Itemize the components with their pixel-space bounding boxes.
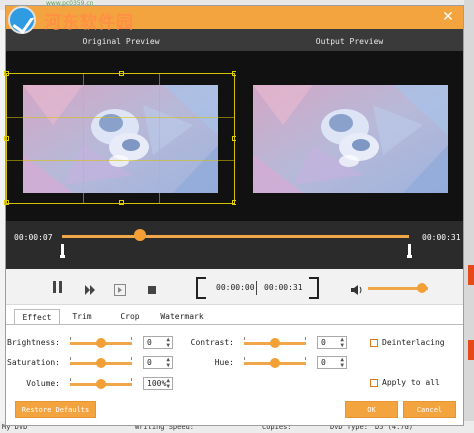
pause-icon[interactable] — [52, 281, 66, 295]
crop-grid-line — [7, 117, 234, 118]
volume-value: 100% — [147, 379, 167, 388]
crop-handle-bottom-left[interactable] — [4, 200, 9, 205]
contrast-input[interactable]: 0 ▲ ▼ — [317, 336, 347, 349]
contrast-label: Contrast: — [190, 338, 234, 347]
spin-arrows-icon: ▲ ▼ — [340, 336, 344, 349]
timeline: 00:00:07 00:00:31 — [6, 221, 463, 269]
crop-handle-top-left[interactable] — [4, 71, 9, 76]
timeline-playhead[interactable] — [134, 229, 147, 241]
crop-handle-top[interactable] — [119, 71, 124, 76]
spin-arrows-icon: ▲ ▼ — [166, 336, 170, 349]
hue-input[interactable]: 0 ▲ ▼ — [317, 356, 347, 369]
playback-controls: 00:00:00 00:00:31 — [6, 269, 463, 305]
stop-icon[interactable] — [146, 281, 160, 295]
volume-knob[interactable] — [417, 283, 427, 293]
baby-shoes-image — [253, 85, 448, 193]
watermark-sub-text: www.pc0359.cn — [46, 0, 94, 7]
next-frame-icon[interactable] — [114, 281, 128, 296]
crop-grid-line — [159, 74, 160, 203]
brightness-value: 0 — [147, 338, 152, 347]
tab-crop[interactable]: Crop — [110, 309, 150, 325]
volume-input[interactable]: 100% ▲ ▼ — [143, 377, 173, 390]
edit-tabs: Effect Trim Crop Watermark — [6, 309, 463, 325]
spin-arrows-icon: ▲ ▼ — [166, 356, 170, 369]
output-preview-label: Output Preview — [315, 37, 384, 46]
contrast-knob[interactable] — [270, 338, 280, 348]
timeline-track[interactable] — [62, 235, 409, 238]
spin-arrows-icon: ▲ ▼ — [340, 356, 344, 369]
crop-grid-line — [83, 74, 84, 203]
ok-button[interactable]: OK — [345, 401, 398, 418]
volume-icon[interactable] — [350, 281, 364, 295]
tab-trim[interactable]: Trim — [62, 309, 102, 325]
spin-arrows-icon: ▲ ▼ — [166, 377, 170, 390]
brightness-label: Brightness: — [7, 338, 60, 347]
effect-panel: Brightness: 0 ▲ ▼ Saturation: 0 ▲ ▼ Volume… — [6, 325, 463, 395]
watermark-logo-icon — [8, 6, 36, 34]
saturation-label: Saturation: — [7, 358, 60, 367]
set-end-bracket-button[interactable] — [309, 277, 319, 299]
crop-grid-line — [7, 160, 234, 161]
site-watermark: www.pc0359.cn 河东软件园 — [0, 0, 160, 36]
background-red-marker — [468, 265, 474, 285]
clip-start-time: 00:00:00 — [216, 283, 255, 292]
preview-area: Original Preview Output Preview 00:00:07… — [4, 29, 463, 269]
restore-defaults-button[interactable]: Restore Defaults — [15, 401, 96, 418]
crop-handle-left[interactable] — [4, 136, 9, 141]
cancel-button[interactable]: Cancel — [403, 401, 456, 418]
original-preview-label: Original Preview — [82, 37, 160, 46]
crop-selection-box[interactable] — [4, 71, 237, 205]
time-separator — [256, 281, 257, 295]
background-app-right-edge — [464, 0, 474, 433]
hue-value: 0 — [321, 358, 326, 367]
background-red-marker — [468, 340, 474, 360]
apply-to-all-checkbox[interactable] — [370, 379, 378, 387]
watermark-site-name: 河东软件园 — [44, 13, 134, 33]
contrast-value: 0 — [321, 338, 326, 347]
output-video-frame — [253, 85, 448, 193]
apply-to-all-label: Apply to all — [382, 378, 440, 387]
trim-end-marker[interactable] — [407, 244, 412, 258]
crop-handle-bottom[interactable] — [119, 200, 124, 205]
screen: My DVD Writing Speed: Copies: DVD Type: … — [0, 0, 474, 433]
deinterlacing-label: Deinterlacing — [382, 338, 445, 347]
tab-effect[interactable]: Effect — [14, 309, 60, 325]
set-start-bracket-button[interactable] — [196, 277, 206, 299]
timeline-current-time: 00:00:07 — [14, 233, 53, 242]
hue-knob[interactable] — [270, 358, 280, 368]
deinterlacing-checkbox[interactable] — [370, 339, 378, 347]
clip-end-time: 00:00:31 — [264, 283, 303, 292]
volume-label: Volume: — [26, 379, 60, 388]
brightness-input[interactable]: 0 ▲ ▼ — [143, 336, 173, 349]
saturation-input[interactable]: 0 ▲ ▼ — [143, 356, 173, 369]
edit-dialog: ✕ Original Preview Output Preview 00:00:… — [4, 5, 464, 426]
hue-label: Hue: — [214, 358, 234, 367]
tab-watermark[interactable]: Watermark — [154, 309, 210, 325]
saturation-value: 0 — [147, 358, 152, 367]
fast-forward-icon[interactable] — [84, 281, 98, 295]
brightness-knob[interactable] — [96, 338, 106, 348]
timeline-end-time: 00:00:31 — [422, 233, 461, 242]
volume-effect-knob[interactable] — [96, 379, 106, 389]
trim-start-marker[interactable] — [60, 244, 65, 258]
saturation-knob[interactable] — [96, 358, 106, 368]
close-button[interactable]: ✕ — [440, 9, 456, 25]
